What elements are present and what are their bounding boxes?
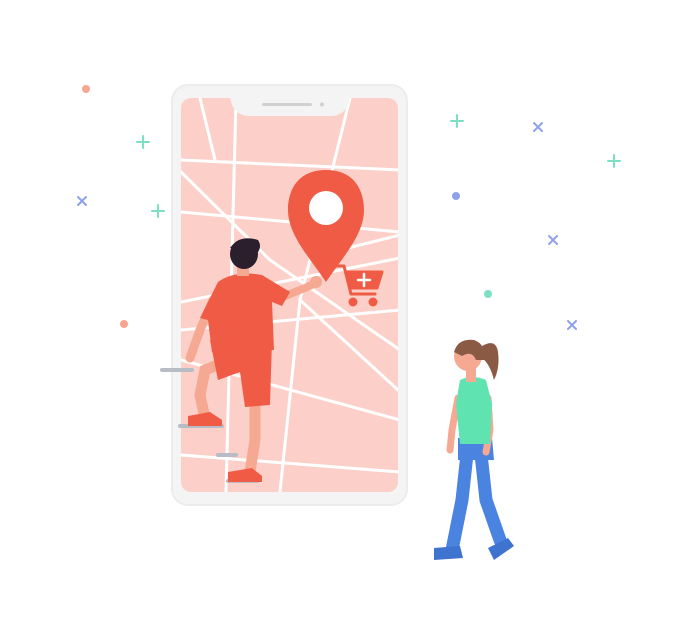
confetti-dot bbox=[484, 290, 492, 298]
confetti-dot bbox=[82, 85, 90, 93]
woman-walking-figure bbox=[434, 339, 514, 560]
confetti-dot bbox=[120, 320, 128, 328]
woman-left-shoe bbox=[434, 546, 463, 560]
front-camera bbox=[320, 102, 324, 107]
confetti-dot bbox=[452, 192, 460, 200]
illustration-scene bbox=[77, 84, 621, 560]
speaker-slot bbox=[262, 103, 312, 106]
